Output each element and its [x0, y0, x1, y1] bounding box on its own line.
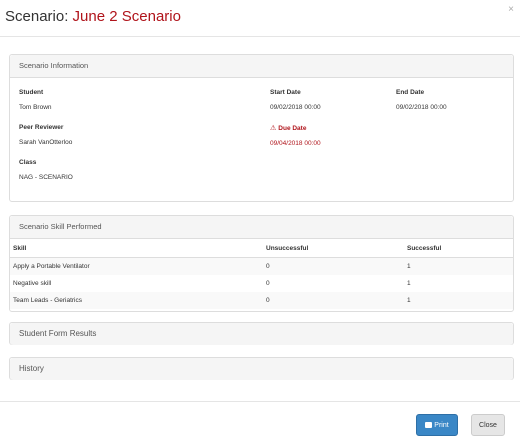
- successful-cell: 1: [404, 257, 513, 275]
- due-date-label: Due Date: [278, 125, 307, 132]
- student-label: Student: [19, 89, 44, 96]
- close-button[interactable]: Close: [471, 414, 505, 436]
- table-row: Team Leads - Geriatrics 0 1: [10, 292, 513, 309]
- due-date-field: ⚠ Due Date 09/04/2018 00:00: [270, 124, 321, 147]
- class-label: Class: [19, 159, 37, 166]
- modal-title: Scenario: June 2 Scenario: [5, 8, 181, 25]
- skill-cell: Apply a Portable Ventilator: [10, 257, 263, 275]
- unsuccessful-cell: 0: [263, 257, 404, 275]
- due-date-value: 09/04/2018 00:00: [270, 140, 321, 147]
- print-button-label: Print: [434, 422, 449, 429]
- scenario-skill-panel: Scenario Skill Performed Skill Unsuccess…: [9, 215, 514, 312]
- panel-heading: Scenario Skill Performed: [10, 216, 513, 239]
- end-date-field: End Date 09/02/2018 00:00: [396, 89, 447, 111]
- peer-reviewer-value: Sarah VanOtterloo: [19, 139, 73, 146]
- print-button[interactable]: Print: [416, 414, 458, 436]
- successful-cell: 1: [407, 280, 411, 287]
- peer-reviewer-field: Peer Reviewer Sarah VanOtterloo: [19, 124, 72, 146]
- start-date-label: Start Date: [270, 89, 301, 96]
- column-header-skill: Skill: [10, 240, 263, 258]
- start-date-field: Start Date 09/02/2018 00:00: [270, 89, 321, 111]
- student-form-results-heading[interactable]: Student Form Results: [10, 323, 513, 345]
- scenario-name: June 2 Scenario: [72, 8, 181, 25]
- class-value: NAG - SCENARIO: [19, 174, 73, 181]
- table-row: Apply a Portable Ventilator 0 1: [10, 257, 513, 275]
- footer-divider: [0, 401, 520, 402]
- printer-icon: [425, 422, 433, 428]
- panel-heading: Scenario Information: [10, 55, 513, 78]
- student-form-results-panel[interactable]: Student Form Results: [9, 322, 514, 345]
- history-panel[interactable]: History: [9, 357, 514, 380]
- table-header-row: Skill Unsuccessful Successful: [10, 240, 513, 258]
- skill-cell: Negative skill: [13, 280, 52, 287]
- column-header-successful: Successful: [404, 240, 513, 258]
- end-date-label: End Date: [396, 89, 425, 96]
- skill-cell: Team Leads - Geriatrics: [10, 292, 263, 309]
- table-row: Negative skill 0 1: [10, 275, 513, 292]
- history-heading[interactable]: History: [10, 358, 513, 380]
- student-field: Student Tom Brown: [19, 89, 52, 111]
- end-date-value: 09/02/2018 00:00: [396, 104, 447, 111]
- header-divider: [0, 36, 520, 37]
- title-prefix: Scenario:: [5, 8, 69, 25]
- class-field: Class NAG - SCENARIO: [19, 159, 73, 181]
- skills-table: Skill Unsuccessful Successful Apply a Po…: [10, 240, 513, 309]
- successful-cell: 1: [404, 292, 513, 309]
- unsuccessful-cell: 0: [263, 292, 404, 309]
- student-value: Tom Brown: [19, 104, 52, 111]
- modal-header: Scenario: June 2 Scenario ×: [0, 0, 520, 36]
- start-date-value: 09/02/2018 00:00: [270, 104, 321, 111]
- warning-triangle-icon: ⚠: [270, 125, 277, 132]
- column-header-unsuccessful: Unsuccessful: [263, 240, 404, 258]
- unsuccessful-cell: 0: [266, 280, 270, 287]
- peer-reviewer-label: Peer Reviewer: [19, 124, 64, 131]
- scenario-information-panel: Scenario Information Student Tom Brown S…: [9, 54, 514, 202]
- close-icon[interactable]: ×: [508, 4, 514, 15]
